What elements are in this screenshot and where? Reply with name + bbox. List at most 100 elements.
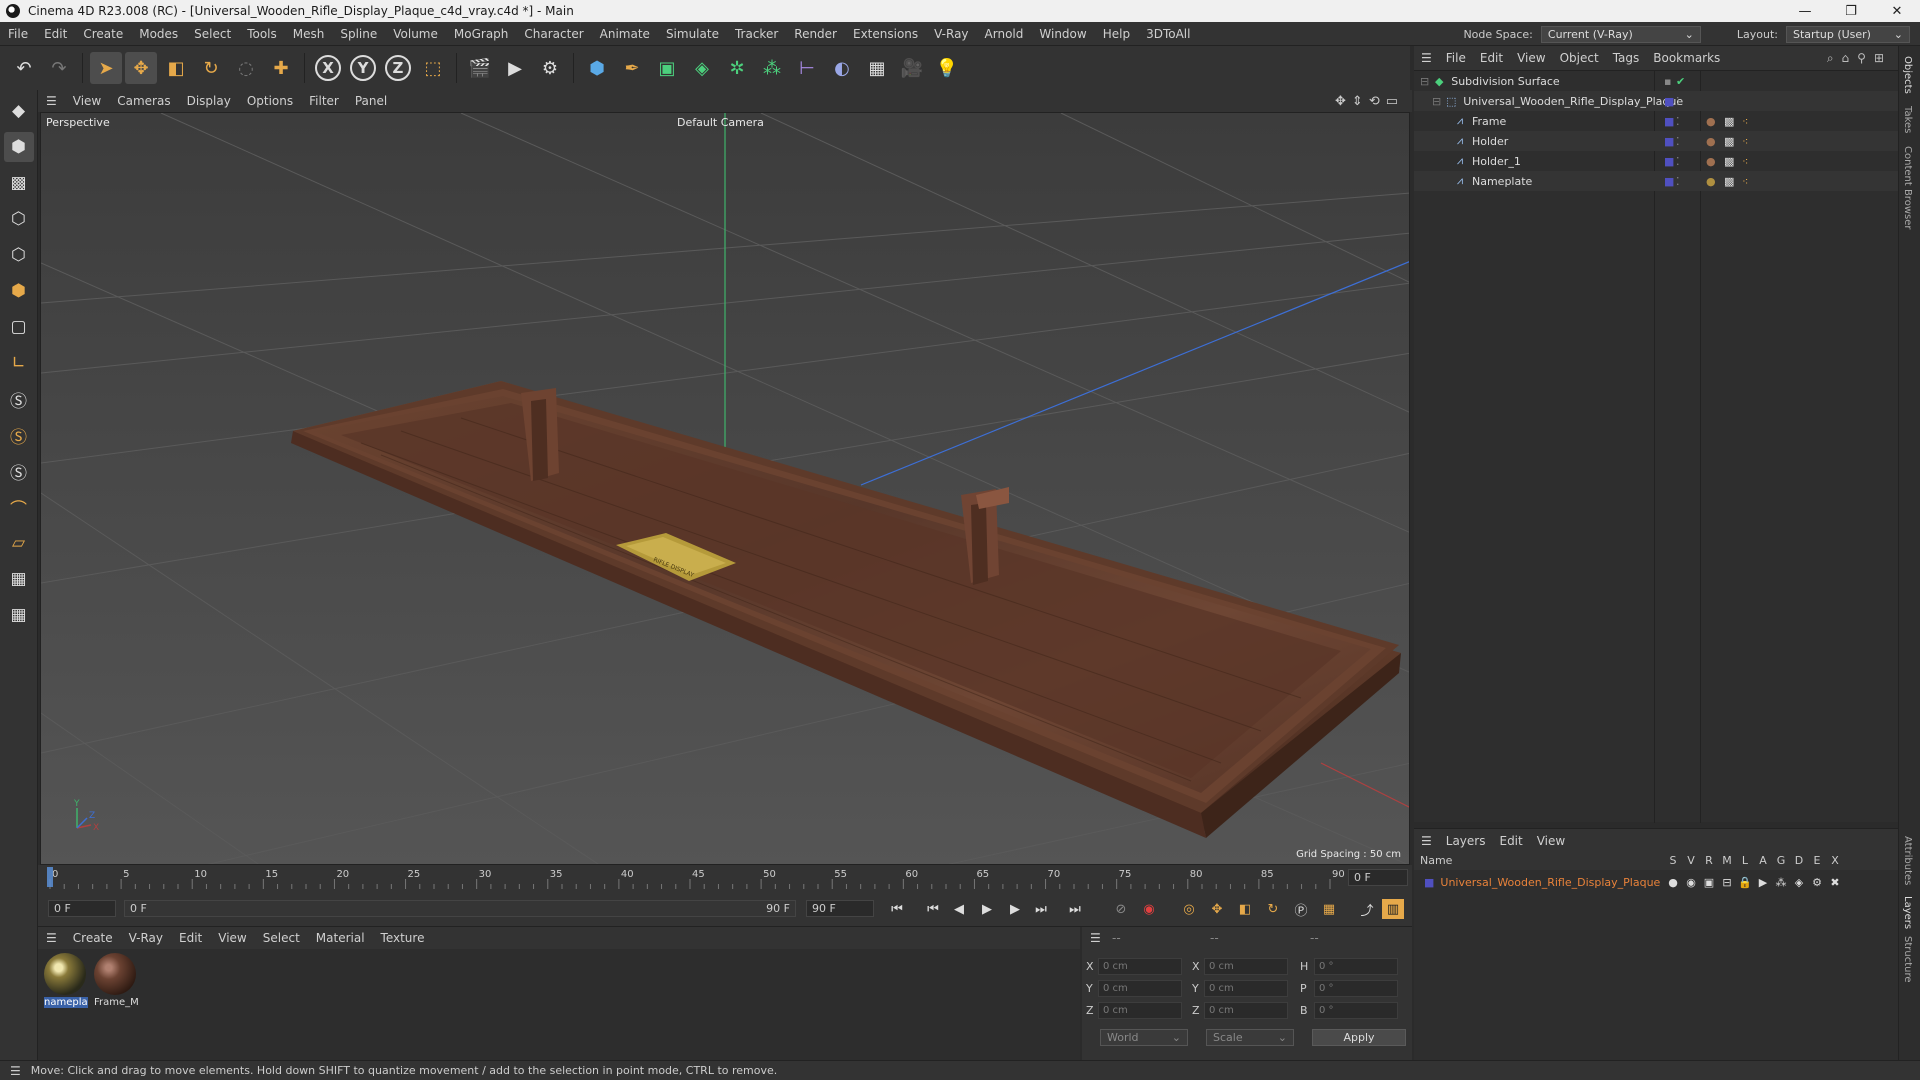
magnet-button[interactable]: ⌒ [4,492,34,522]
material-menu-select[interactable]: Select [255,931,308,945]
visibility-dots-icon[interactable]: ⁚ [1676,135,1680,148]
uvw-tag-icon[interactable]: ▩ [1724,135,1734,148]
recent-tool-button[interactable]: ◌ [230,52,262,84]
cube-button[interactable]: ⬢ [581,52,613,84]
object-row[interactable]: ⊟ ⬚ Universal_Wooden_Rifle_Display_Plaqu… [1414,91,1898,111]
pos-x-field[interactable]: 0 cm [1098,958,1182,975]
layout-dropdown[interactable]: Startup (User) ⌄ [1786,25,1910,43]
make-editable-button[interactable]: ◆ [4,96,34,126]
material-tag-icon[interactable]: ● [1706,175,1716,188]
coordinate-mode-dropdown[interactable]: World ⌄ [1100,1029,1188,1046]
move-tool-button[interactable]: ✥ [125,52,157,84]
material-menu-create[interactable]: Create [65,931,121,945]
light-button[interactable]: 💡 [931,52,963,84]
flag-header-xref[interactable]: X [1826,854,1844,867]
layer-row[interactable]: ■ Universal_Wooden_Rifle_Display_Plaque … [1414,872,1898,892]
key-param-button[interactable]: Ⓟ [1290,899,1312,919]
object-menu-bookmarks[interactable]: Bookmarks [1646,51,1727,65]
workplane-button[interactable]: ∟ [4,348,34,378]
viewport-menu-cameras[interactable]: Cameras [109,94,178,108]
menu-3dtoall[interactable]: 3DToAll [1138,27,1198,41]
flag-header-view[interactable]: V [1682,854,1700,867]
menu-render[interactable]: Render [786,27,845,41]
menu-help[interactable]: Help [1095,27,1138,41]
tab-structure[interactable]: Structure [1902,936,1913,983]
apply-button[interactable]: Apply [1312,1029,1406,1046]
menu-tools[interactable]: Tools [239,27,285,41]
go-to-end-button[interactable]: ⏭ [1064,899,1086,919]
viewport-menu-panel[interactable]: Panel [347,94,395,108]
object-menu-object[interactable]: Object [1553,51,1606,65]
render-settings-button[interactable]: ⚙ [534,52,566,84]
object-row[interactable]: ⩘ Holder ■ ⁚ ● ▩ ⁖ [1414,131,1898,151]
floor-button[interactable]: ▦ [861,52,893,84]
layer-flags[interactable]: ● ◉ ▣ ⊟ 🔒 ▶ ⁂ ◈ ⚙ ✖ [1664,876,1844,889]
flag-header-render[interactable]: R [1700,854,1718,867]
close-button[interactable]: ✕ [1874,0,1920,22]
minimize-button[interactable]: — [1782,0,1828,22]
solo-dot-icon[interactable]: ● [1664,876,1682,889]
flag-header-manager[interactable]: M [1718,854,1736,867]
create-tool-button[interactable]: ✚ [265,52,297,84]
uvw-tag-icon[interactable]: ▩ [1724,115,1734,128]
material-menu-edit[interactable]: Edit [171,931,210,945]
size-x-field[interactable]: 0 cm [1204,958,1288,975]
xref-icon[interactable]: ✖ [1826,876,1844,889]
hamburger-icon[interactable]: ☰ [1414,834,1439,848]
x-axis-lock-button[interactable]: X [312,52,344,84]
material-menu-view[interactable]: View [210,931,254,945]
go-to-start-button[interactable]: ⏮ [886,899,908,919]
pen-spline-button[interactable]: ✒ [616,52,648,84]
grid-plane-button[interactable]: ▦ [4,564,34,594]
uvw-tag-icon[interactable]: ▩ [1724,175,1734,188]
menu-modes[interactable]: Modes [131,27,186,41]
viewport-nav-icons[interactable]: ✥⇕⟲▭ [1335,94,1404,109]
motion-mode-button[interactable]: ⤴ [1356,899,1378,919]
menu-arnold[interactable]: Arnold [977,27,1032,41]
manager-icon[interactable]: ⊟ [1718,876,1736,889]
menu-file[interactable]: File [0,27,36,41]
flag-header-locked[interactable]: L [1736,854,1754,867]
animation-play-icon[interactable]: ▶ [1754,876,1772,889]
eye-icon[interactable]: ◉ [1682,876,1700,889]
field-button[interactable]: ◐ [826,52,858,84]
object-row[interactable]: ⊟ ◆ Subdivision Surface ▪ ✔ [1414,71,1898,91]
object-menu-tags[interactable]: Tags [1606,51,1647,65]
menu-character[interactable]: Character [516,27,591,41]
render-view-button[interactable]: 🎬 [464,52,496,84]
flag-header-solo[interactable]: S [1664,854,1682,867]
object-manager-tools-icons[interactable]: ⌕⌂⚲⊞ [1827,51,1892,66]
enabled-check-icon[interactable]: ✔ [1676,75,1685,88]
snap-s3-button[interactable]: Ⓢ [4,456,34,486]
current-frame-field[interactable]: 0 F [1348,869,1408,886]
object-row[interactable]: ⩘ Nameplate ■ ⁚ ● ▩ ⁖ [1414,171,1898,191]
rot-p-field[interactable]: 0 ° [1314,980,1398,997]
rotate-tool-button[interactable]: ↻ [195,52,227,84]
deformer-icon[interactable]: ◈ [1790,876,1808,889]
layer-menu-layers[interactable]: Layers [1439,834,1493,848]
material-swatch[interactable]: namepla [44,953,88,1008]
key-scale-button[interactable]: ◧ [1234,899,1256,919]
record-keys-button[interactable]: ⊘ [1110,899,1132,919]
autokey-button[interactable]: ◉ [1138,899,1160,919]
material-swatch[interactable]: Frame_M [94,953,138,1008]
rot-h-field[interactable]: 0 ° [1314,958,1398,975]
prev-key-button[interactable]: ⏮ [922,899,944,919]
viewport-menu-filter[interactable]: Filter [301,94,347,108]
menu-volume[interactable]: Volume [385,27,446,41]
mograph-button[interactable]: ⁂ [756,52,788,84]
menu-extensions[interactable]: Extensions [845,27,926,41]
render-icon[interactable]: ▣ [1700,876,1718,889]
visibility-dots-icon[interactable]: ⁚ [1676,95,1680,108]
live-selection-button[interactable]: ➤ [90,52,122,84]
material-menu-vray[interactable]: V-Ray [121,931,171,945]
uv-mode-button[interactable]: ▢ [4,312,34,342]
size-y-field[interactable]: 0 cm [1204,980,1288,997]
hamburger-icon[interactable]: ☰ [1414,51,1439,65]
hamburger-icon[interactable]: ☰ [0,1064,31,1078]
viewport-menu-options[interactable]: Options [239,94,301,108]
flag-header-expressions[interactable]: E [1808,854,1826,867]
material-tag-icon[interactable]: ● [1706,155,1716,168]
menu-tracker[interactable]: Tracker [727,27,786,41]
tab-takes[interactable]: Takes [1902,106,1913,133]
